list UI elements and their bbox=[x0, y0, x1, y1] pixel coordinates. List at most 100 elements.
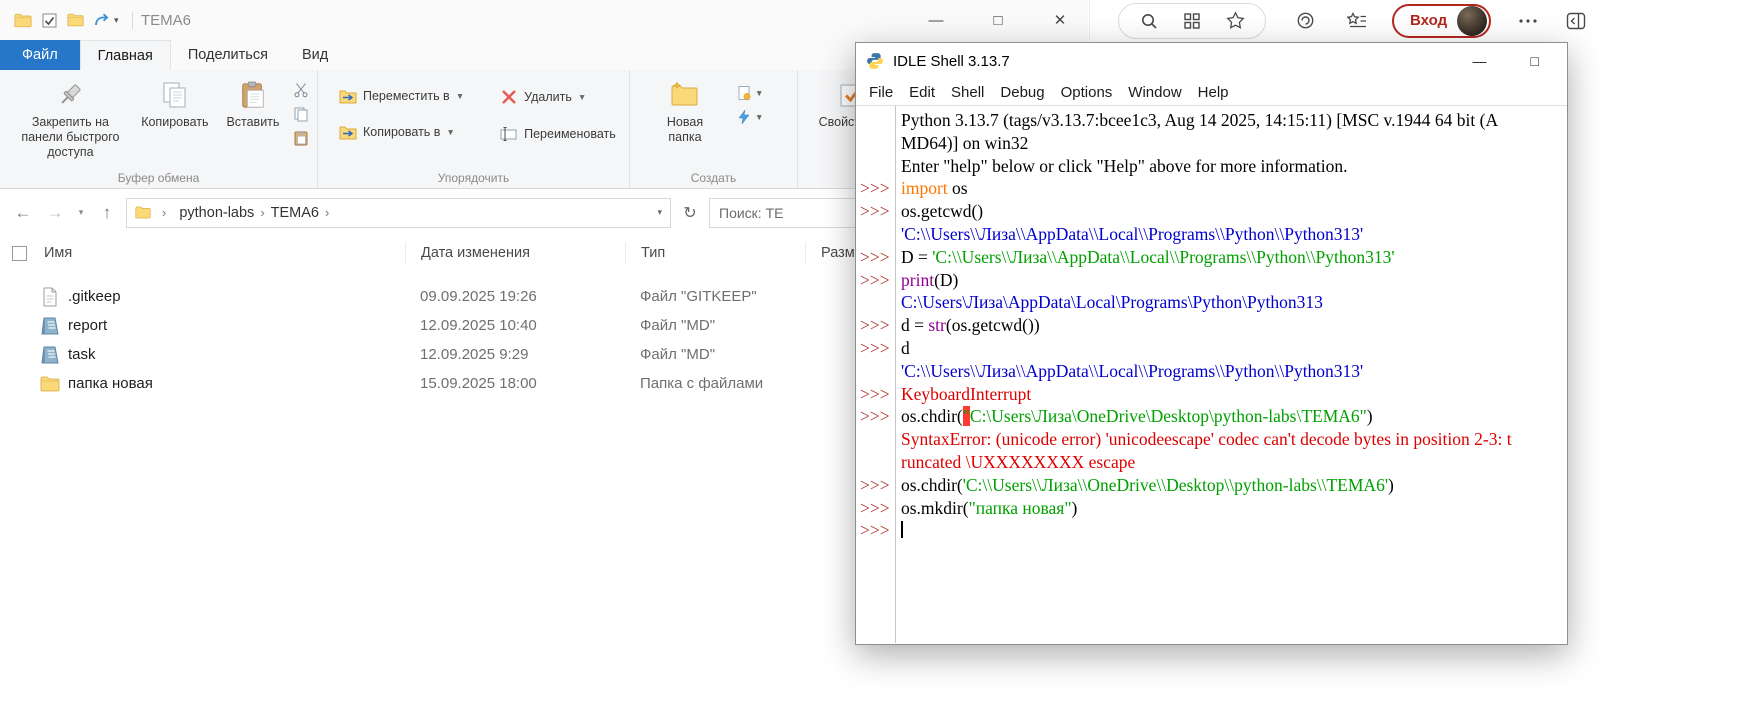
explorer-maximize-button[interactable]: □ bbox=[967, 0, 1029, 40]
cut-button[interactable] bbox=[293, 82, 309, 98]
shell-prompt: >>> bbox=[857, 314, 895, 337]
shell-line: 'C:\\Users\\Лиза\\AppData\\Local\\Progra… bbox=[857, 360, 1566, 383]
delete-button[interactable]: Удалить ▼ bbox=[495, 86, 621, 108]
breadcrumb-item[interactable]: python-labs bbox=[177, 205, 256, 221]
group-label-organize: Упорядочить bbox=[318, 171, 629, 185]
new-folder-label-line2: папка bbox=[668, 130, 701, 145]
shell-line: >>>d = str(os.getcwd()) bbox=[857, 314, 1566, 337]
idle-shell-text[interactable]: Python 3.13.7 (tags/v3.13.7:bcee1c3, Aug… bbox=[857, 106, 1566, 643]
ribbon-group-clipboard: Закрепить на панели быстрого доступа Коп… bbox=[0, 70, 318, 188]
menu-window[interactable]: Window bbox=[1120, 84, 1189, 101]
back-button[interactable]: ← bbox=[10, 203, 36, 223]
idle-titlebar[interactable]: IDLE Shell 3.13.7 — □ bbox=[856, 43, 1567, 79]
column-header-date[interactable]: Дата изменения bbox=[406, 242, 626, 264]
up-button[interactable]: ↑ bbox=[94, 203, 120, 223]
qat-properties-checkbox-icon[interactable] bbox=[36, 7, 62, 33]
file-type: Файл "GITKEEP" bbox=[625, 288, 805, 305]
explorer-minimize-button[interactable]: — bbox=[905, 0, 967, 40]
shell-prompt: >>> bbox=[857, 383, 895, 406]
history-dropdown-icon[interactable]: ▾ bbox=[74, 207, 88, 218]
shell-line-text: KeyboardInterrupt bbox=[895, 383, 1031, 406]
explorer-close-button[interactable]: ✕ bbox=[1029, 0, 1091, 40]
favorites-list-icon[interactable] bbox=[1344, 8, 1370, 34]
breadcrumb-chevron-icon: › bbox=[321, 205, 333, 220]
browser-address-pill[interactable] bbox=[1118, 3, 1266, 39]
tab-view[interactable]: Вид bbox=[285, 40, 345, 70]
menu-edit[interactable]: Edit bbox=[901, 84, 943, 101]
column-header-type[interactable]: Тип bbox=[626, 242, 806, 264]
idle-maximize-button[interactable]: □ bbox=[1531, 53, 1539, 69]
delete-dropdown-icon: ▼ bbox=[578, 92, 586, 102]
refresh-icon[interactable]: ↻ bbox=[677, 203, 703, 223]
shell-line: C:\Users\Лиза\AppData\Local\Programs\Pyt… bbox=[857, 291, 1566, 314]
forward-button[interactable]: → bbox=[42, 203, 68, 223]
more-options-icon[interactable] bbox=[1515, 8, 1541, 34]
menu-help[interactable]: Help bbox=[1190, 84, 1237, 101]
menu-shell[interactable]: Shell bbox=[943, 84, 992, 101]
shell-prompt bbox=[857, 428, 895, 451]
favorite-star-icon[interactable] bbox=[1222, 8, 1248, 34]
copy-icon bbox=[162, 78, 188, 112]
copy-button[interactable]: Копировать bbox=[133, 73, 217, 130]
select-all-checkbox[interactable] bbox=[12, 246, 27, 261]
shell-line-text bbox=[895, 519, 903, 542]
group-label-new: Создать bbox=[630, 171, 797, 185]
shell-line: >>> bbox=[857, 519, 1566, 542]
md-icon bbox=[40, 345, 60, 365]
address-bar[interactable]: › python-labs›ТЕМА6› ▾ bbox=[126, 198, 671, 228]
file-type: Файл "MD" bbox=[625, 346, 805, 363]
idle-minimize-button[interactable]: — bbox=[1473, 53, 1487, 69]
browser-essentials-icon[interactable] bbox=[1292, 8, 1318, 34]
pin-to-quick-access-button[interactable]: Закрепить на панели быстрого доступа bbox=[8, 73, 133, 160]
file-type: Файл "MD" bbox=[625, 317, 805, 334]
qat-redo-icon[interactable] bbox=[88, 7, 114, 33]
paste-button[interactable]: Вставить bbox=[217, 73, 289, 130]
menu-file[interactable]: File bbox=[861, 84, 901, 101]
menu-debug[interactable]: Debug bbox=[992, 84, 1052, 101]
shell-line-text: d = str(os.getcwd()) bbox=[895, 314, 1040, 337]
menu-options[interactable]: Options bbox=[1053, 84, 1121, 101]
shell-line: >>>KeyboardInterrupt bbox=[857, 383, 1566, 406]
rename-button[interactable]: Переименовать bbox=[495, 124, 621, 144]
shell-line: SyntaxError: (unicode error) 'unicodeesc… bbox=[857, 428, 1566, 451]
copy-path-button[interactable] bbox=[293, 106, 309, 122]
new-folder-button[interactable]: Новая папка bbox=[638, 73, 732, 145]
shell-line-text: Python 3.13.7 (tags/v3.13.7:bcee1c3, Aug… bbox=[895, 109, 1498, 132]
delete-label: Удалить bbox=[524, 90, 572, 104]
shell-line: Enter "help" below or click "Help" above… bbox=[857, 155, 1566, 178]
tab-share[interactable]: Поделиться bbox=[171, 40, 285, 70]
tab-file[interactable]: Файл bbox=[0, 40, 80, 70]
titlebar-separator bbox=[132, 12, 133, 29]
search-icon[interactable] bbox=[1136, 8, 1162, 34]
sidebar-toggle-icon[interactable] bbox=[1563, 8, 1589, 34]
explorer-window-controls: — □ ✕ bbox=[905, 0, 1091, 40]
file-type: Папка с файлами bbox=[625, 375, 805, 392]
address-folder-icon bbox=[135, 206, 151, 219]
shell-line: >>>os.chdir("C:\Users\Лиза\OneDrive\Desk… bbox=[857, 405, 1566, 428]
move-to-button[interactable]: Переместить в ▼ bbox=[334, 86, 469, 106]
shell-prompt bbox=[857, 155, 895, 178]
shell-line-text: print(D) bbox=[895, 269, 958, 292]
shell-line: >>>print(D) bbox=[857, 269, 1566, 292]
rename-label: Переименовать bbox=[524, 127, 616, 141]
shell-line: >>>D = 'C:\\Users\\Лиза\\AppData\\Local\… bbox=[857, 246, 1566, 269]
sign-in-button[interactable]: Вход bbox=[1392, 4, 1491, 38]
breadcrumb-item[interactable]: ТЕМА6 bbox=[269, 205, 321, 221]
copy-to-button[interactable]: Копировать в ▼ bbox=[334, 122, 469, 142]
shell-prompt bbox=[857, 291, 895, 314]
file-icon bbox=[40, 287, 60, 307]
new-item-button[interactable]: ▼ bbox=[736, 85, 763, 101]
easy-access-button[interactable]: ▼ bbox=[736, 109, 763, 125]
file-date: 15.09.2025 18:00 bbox=[405, 375, 625, 392]
file-name: .gitkeep bbox=[68, 288, 405, 305]
tab-home[interactable]: Главная bbox=[80, 40, 171, 70]
shell-prompt bbox=[857, 223, 895, 246]
ribbon-group-organize: Переместить в ▼ Копировать в ▼ Удалить ▼ bbox=[318, 70, 630, 188]
grid-icon[interactable] bbox=[1179, 8, 1205, 34]
column-header-name[interactable]: Имя bbox=[43, 242, 406, 264]
qat-new-folder-icon[interactable] bbox=[62, 7, 88, 33]
address-dropdown-icon[interactable]: ▾ bbox=[657, 207, 662, 218]
paste-shortcut-button[interactable] bbox=[293, 130, 309, 146]
qat-customize-chevron-icon[interactable]: ▾ bbox=[114, 15, 128, 26]
shell-line: MD64)] on win32 bbox=[857, 132, 1566, 155]
